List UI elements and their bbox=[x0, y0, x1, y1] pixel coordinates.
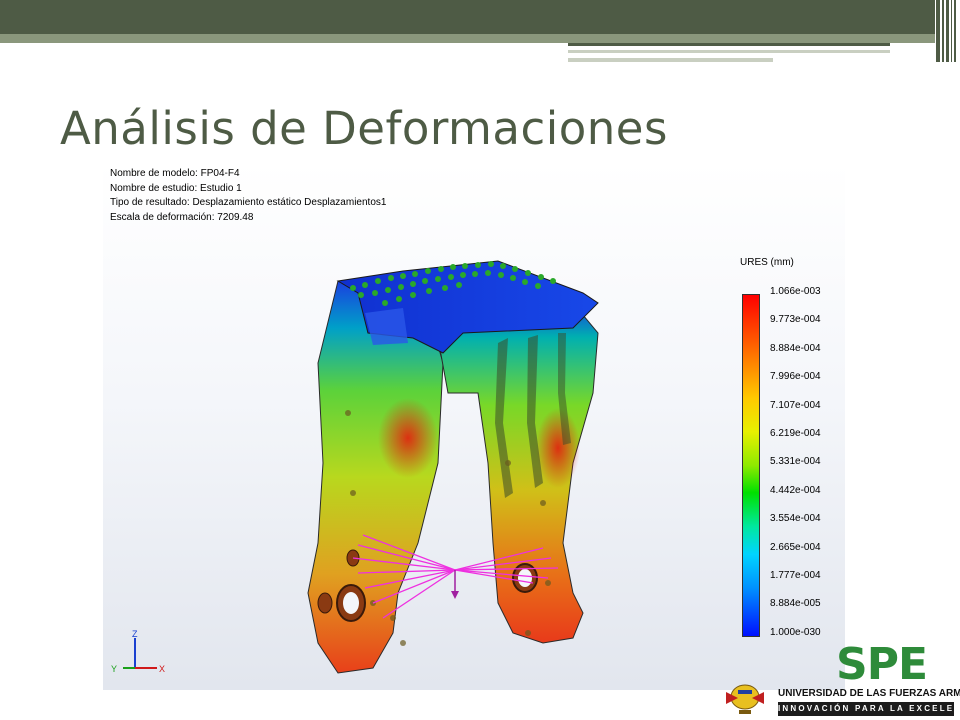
legend-value: 8.884e-004 bbox=[770, 342, 821, 354]
legend-value: 1.066e-003 bbox=[770, 286, 821, 297]
legend-value: 2.665e-004 bbox=[770, 541, 821, 553]
espe-logo: SPE bbox=[836, 639, 928, 690]
legend-color-bar bbox=[742, 294, 760, 637]
legend-value: 1.000e-030 bbox=[770, 626, 821, 638]
x-axis-label: X bbox=[159, 664, 165, 674]
legend-value: 3.554e-004 bbox=[770, 513, 821, 525]
legend-value: 7.107e-004 bbox=[770, 399, 821, 411]
legend-value: 4.442e-004 bbox=[770, 484, 821, 496]
university-crest-icon bbox=[726, 684, 764, 714]
deformed-part-render bbox=[307, 260, 599, 674]
legend-value: 7.996e-004 bbox=[770, 371, 821, 383]
axis-triad: Z Y X bbox=[111, 629, 165, 674]
slide-title: Análisis de Deformaciones bbox=[60, 102, 668, 155]
y-axis-label: Y bbox=[111, 664, 117, 674]
legend-labels: 1.066e-003 9.773e-004 8.884e-004 7.996e-… bbox=[770, 286, 821, 655]
university-name: UNIVERSIDAD DE LAS FUERZAS ARMADAS bbox=[778, 688, 960, 699]
legend-title: URES (mm) bbox=[740, 257, 794, 268]
legend-value: 9.773e-004 bbox=[770, 314, 821, 326]
top-decorative-bar bbox=[0, 0, 960, 62]
university-motto: INNOVACIÓN PARA LA EXCELENCIA bbox=[778, 702, 960, 716]
legend-value: 5.331e-004 bbox=[770, 456, 821, 468]
z-axis-label: Z bbox=[132, 629, 138, 639]
legend-value: 8.884e-005 bbox=[770, 598, 821, 610]
legend-value: 1.777e-004 bbox=[770, 569, 821, 581]
simulation-figure: Nombre de modelo: FP04-F4 Nombre de estu… bbox=[103, 163, 845, 690]
legend-value: 6.219e-004 bbox=[770, 427, 821, 439]
